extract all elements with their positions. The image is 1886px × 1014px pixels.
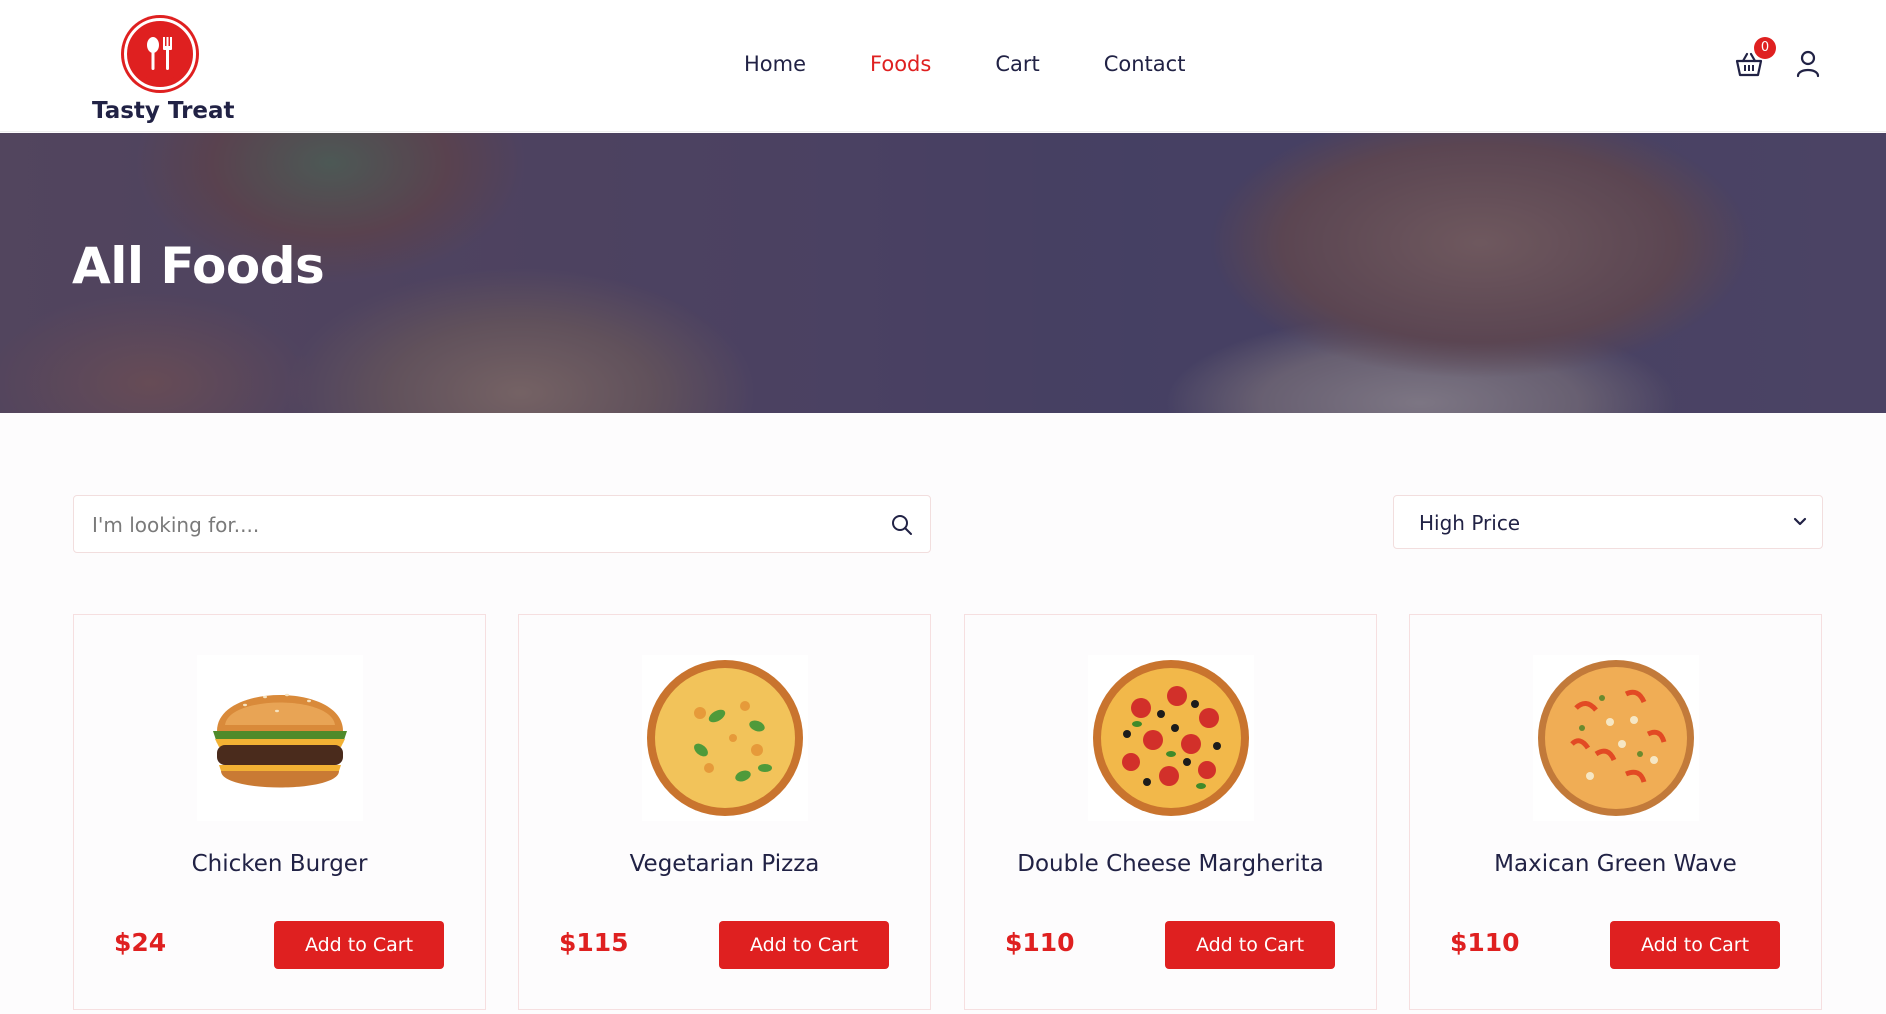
- search-input[interactable]: [92, 508, 872, 542]
- product-title[interactable]: Vegetarian Pizza: [519, 851, 930, 877]
- product-image[interactable]: [642, 655, 808, 821]
- main-nav: Home Foods Cart Contact: [744, 52, 1185, 76]
- product-image[interactable]: [197, 655, 363, 821]
- add-to-cart-button[interactable]: Add to Cart: [274, 921, 444, 969]
- product-price: $110: [1005, 928, 1075, 957]
- nav-contact[interactable]: Contact: [1104, 52, 1186, 76]
- product-card: Chicken Burger $24 Add to Cart: [73, 614, 486, 1010]
- page-banner: All Foods: [0, 133, 1886, 413]
- product-card: Vegetarian Pizza $115 Add to Cart: [518, 614, 931, 1010]
- add-to-cart-button[interactable]: Add to Cart: [1610, 921, 1780, 969]
- product-image[interactable]: [1088, 655, 1254, 821]
- product-price: $115: [559, 928, 629, 957]
- sort-selected-value: High Price: [1419, 511, 1521, 535]
- product-image[interactable]: [1533, 655, 1699, 821]
- search-box: [73, 495, 931, 553]
- fork-spoon-icon: [124, 18, 196, 90]
- page-title: All Foods: [72, 237, 325, 295]
- product-card: Maxican Green Wave $110 Add to Cart: [1409, 614, 1822, 1010]
- nav-home[interactable]: Home: [744, 52, 806, 76]
- nav-foods[interactable]: Foods: [870, 52, 931, 76]
- cart-count-badge: 0: [1754, 37, 1776, 59]
- product-title[interactable]: Double Cheese Margherita: [965, 851, 1376, 877]
- logo[interactable]: Tasty Treat: [92, 18, 235, 124]
- brand-name: Tasty Treat: [92, 98, 235, 124]
- sort-select[interactable]: High Price: [1393, 495, 1823, 549]
- product-card: Double Cheese Margherita $110 Add to Car…: [964, 614, 1377, 1010]
- product-title[interactable]: Maxican Green Wave: [1410, 851, 1821, 877]
- search-icon[interactable]: [890, 513, 914, 537]
- chevron-down-icon: [1792, 513, 1808, 529]
- add-to-cart-button[interactable]: Add to Cart: [1165, 921, 1335, 969]
- product-title[interactable]: Chicken Burger: [74, 851, 485, 877]
- nav-cart[interactable]: Cart: [995, 52, 1039, 76]
- user-icon[interactable]: [1796, 50, 1820, 78]
- product-price: $24: [114, 928, 167, 957]
- add-to-cart-button[interactable]: Add to Cart: [719, 921, 889, 969]
- site-header: Tasty Treat Home Foods Cart Contact 0: [0, 0, 1886, 132]
- product-price: $110: [1450, 928, 1520, 957]
